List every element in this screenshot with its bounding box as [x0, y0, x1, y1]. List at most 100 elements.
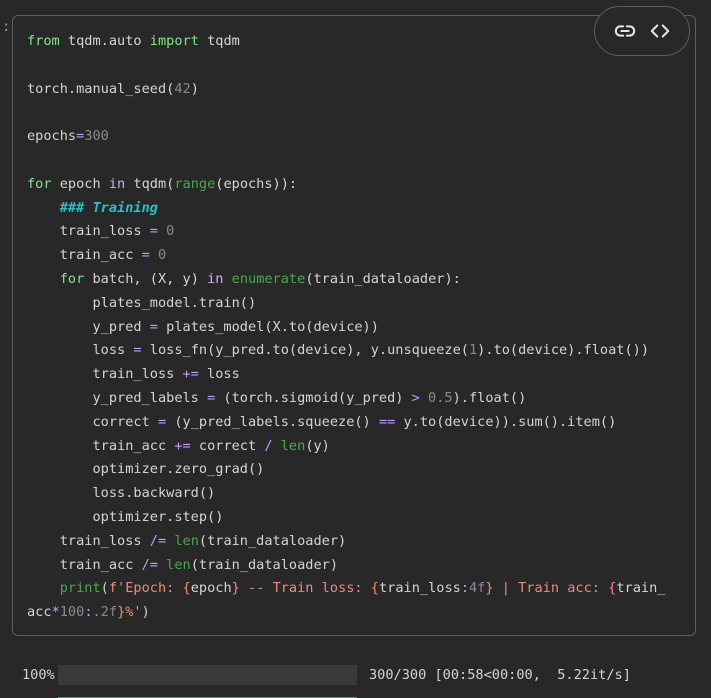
code-line: train_acc += correct / len(y) — [27, 435, 665, 459]
code-token: loss — [27, 342, 134, 359]
code-token: acc — [27, 604, 52, 621]
code-token: epochs — [27, 128, 77, 145]
code-token: from — [27, 33, 60, 49]
progress-percent: 100% — [22, 667, 55, 683]
code-token: = — [141, 247, 150, 264]
show-code-button[interactable] — [646, 17, 674, 45]
code-token: (train_dataloader) — [190, 556, 339, 573]
code-token: .2f — [92, 604, 118, 621]
code-token: tqdm( — [125, 175, 175, 192]
code-line: train_loss /= len(train_dataloader) — [27, 530, 665, 554]
code-token: train_loss — [378, 580, 461, 597]
code-token: print — [59, 580, 101, 597]
code-line: loss = loss_fn(y_pred.to(device), y.unsq… — [27, 339, 665, 363]
code-token: for — [59, 270, 85, 287]
code-token: in — [108, 175, 126, 192]
code-token: 42 — [174, 80, 191, 97]
code-line: torch.manual_seed(42) — [27, 78, 665, 102]
code-token: optimizer.step() — [27, 508, 224, 525]
code-token: y_pred — [27, 318, 150, 335]
code-token: -- Train loss: — [239, 580, 371, 597]
notebook-page: : from tqdm.auto import tqdm torch.manua… — [0, 0, 711, 698]
code-token: (train_dataloader): — [305, 270, 461, 287]
code-token: %' — [125, 604, 142, 621]
code-token: torch.manual_seed( — [27, 80, 175, 97]
code-token: len — [166, 556, 191, 573]
code-token: train_ — [616, 580, 666, 597]
code-token: train_acc — [27, 437, 175, 454]
code-token: loss — [198, 366, 240, 383]
code-line: acc*100:.2f}%') — [27, 601, 665, 625]
tqdm-progress-output: 100% 300/300 [00:58<00:00, 5.22it/s] — [22, 664, 631, 698]
code-token: ( — [100, 580, 109, 597]
code-token: 0.5 — [428, 389, 453, 406]
code-token: / — [264, 437, 273, 454]
code-token: 0 — [157, 247, 167, 264]
code-token: += — [182, 366, 199, 383]
code-token: ).float() — [452, 389, 527, 406]
code-token: len — [174, 532, 199, 549]
code-line: train_loss += loss — [27, 363, 665, 387]
code-token: optimizer.zero_grad() — [27, 461, 265, 478]
code-line: train_acc /= len(train_dataloader) — [27, 554, 665, 578]
code-token: : — [460, 580, 469, 597]
code-token: 4f — [469, 580, 486, 597]
code-line: loss.backward() — [27, 482, 665, 506]
code-line: print(f'Epoch: {epoch} -- Train loss: {t… — [27, 577, 666, 601]
code-icon — [650, 24, 669, 38]
code-token: { — [370, 580, 379, 597]
code-token: > — [411, 389, 420, 406]
code-line: for batch, (X, y) in enumerate(train_dat… — [27, 268, 665, 292]
code-token: * — [51, 604, 60, 621]
code-token: tqdm — [198, 33, 240, 49]
code-token: batch, (X, y) — [84, 270, 208, 287]
code-token: 0 — [166, 223, 175, 240]
code-token: train_loss — [27, 366, 183, 383]
code-token: ).to(device).float()) — [477, 342, 650, 359]
code-line: for epoch in tqdm(range(epochs)): — [27, 173, 665, 197]
code-token: == — [378, 413, 396, 430]
code-line: optimizer.step() — [27, 506, 665, 530]
copy-link-button[interactable] — [611, 17, 639, 45]
code-token: { — [182, 580, 191, 597]
code-token: 300 — [84, 128, 109, 145]
code-token: 100 — [59, 604, 85, 621]
code-token: ) — [141, 604, 150, 621]
code-token: /= — [149, 532, 167, 549]
code-token: y_pred_labels — [27, 389, 208, 406]
code-token: | Train acc: — [493, 580, 609, 597]
cell-toolbar — [594, 6, 690, 56]
code-line: ### Training — [27, 197, 665, 221]
code-token: = — [157, 413, 167, 430]
code-token: range — [174, 175, 216, 192]
code-token: f'Epoch: — [108, 580, 183, 597]
code-token: 1 — [468, 342, 478, 359]
code-line: train_acc = 0 — [27, 244, 665, 268]
code-token: len — [280, 437, 306, 454]
code-token: train_loss — [27, 223, 150, 240]
code-token: train_acc — [27, 556, 142, 573]
code-token: (y_pred_labels.squeeze() — [166, 413, 379, 430]
code-token: import — [149, 33, 199, 49]
code-token: = — [133, 342, 142, 359]
code-cell[interactable]: from tqdm.auto import tqdm torch.manual_… — [12, 6, 696, 636]
code-line: plates_model.train() — [27, 292, 665, 316]
code-token: } — [485, 580, 494, 597]
code-editor[interactable]: from tqdm.auto import tqdm torch.manual_… — [27, 30, 665, 625]
progress-stats: 300/300 [00:58<00:00, 5.22it/s] — [369, 667, 631, 683]
code-line: from tqdm.auto import tqdm — [27, 30, 665, 54]
progress-bar — [58, 665, 357, 698]
code-token: for — [27, 175, 52, 192]
code-token: train_acc — [27, 247, 142, 264]
code-line: correct = (y_pred_labels.squeeze() == y.… — [27, 411, 665, 435]
code-token: loss_fn(y_pred.to(device), y.unsqueeze( — [141, 342, 469, 359]
code-line: epochs=300 — [27, 125, 665, 149]
code-token: epoch — [51, 175, 109, 192]
